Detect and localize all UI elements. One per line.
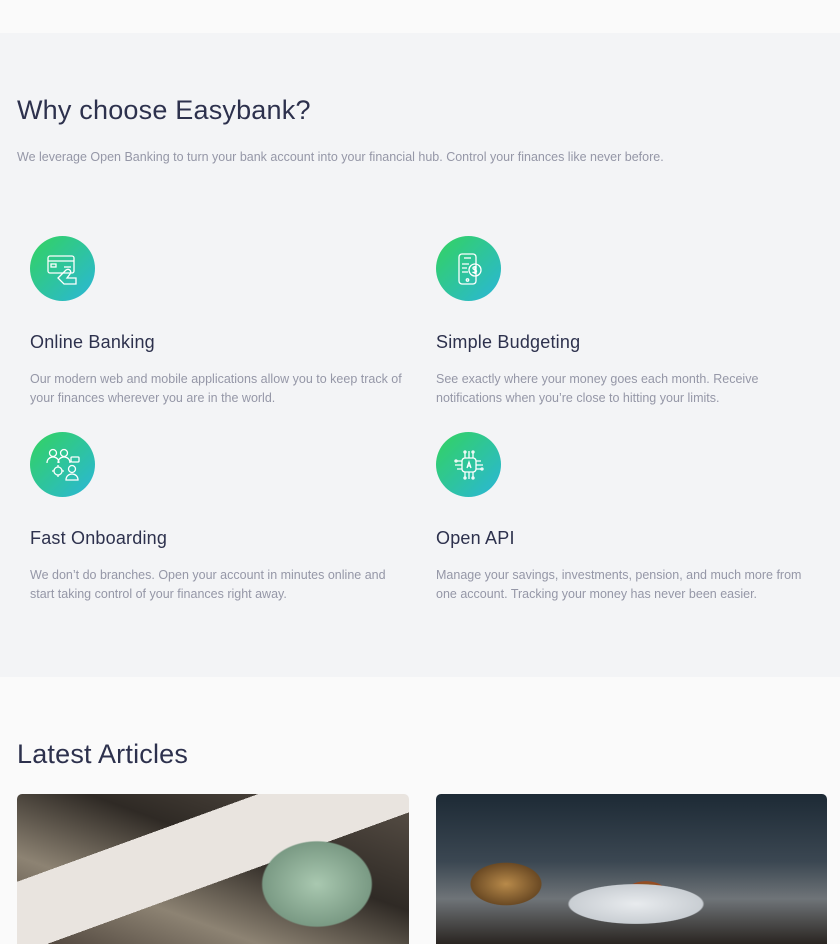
top-strip [0, 0, 840, 33]
api-icon [436, 432, 501, 497]
feature-text: See exactly where your money goes each m… [436, 372, 759, 405]
section-title: Why choose Easybank? [17, 95, 311, 125]
feature-title: Open API [436, 528, 515, 548]
article-image-money[interactable] [17, 794, 409, 944]
onboarding-icon [30, 432, 95, 497]
feature-title: Fast Onboarding [30, 528, 168, 548]
feature-simple-budgeting: Simple Budgeting See exactly where your … [436, 236, 816, 405]
feature-text: We don’t do branches. Open your account … [30, 568, 386, 601]
feature-text: Our modern web and mobile applications a… [30, 372, 402, 405]
feature-title: Online Banking [30, 332, 155, 352]
feature-fast-onboarding: Fast Onboarding We don’t do branches. Op… [30, 432, 410, 601]
feature-online-banking: Online Banking Our modern web and mobile… [30, 236, 410, 405]
section-intro: We leverage Open Banking to turn your ba… [17, 150, 664, 164]
why-section: Why choose Easybank? We leverage Open Ba… [0, 33, 840, 677]
budgeting-icon [436, 236, 501, 301]
articles-title: Latest Articles [17, 739, 189, 769]
article-image-restaurant[interactable] [436, 794, 827, 944]
feature-text: Manage your savings, investments, pensio… [436, 568, 802, 601]
feature-open-api: Open API Manage your savings, investment… [436, 432, 816, 601]
online-banking-icon [30, 236, 95, 301]
feature-title: Simple Budgeting [436, 332, 581, 352]
